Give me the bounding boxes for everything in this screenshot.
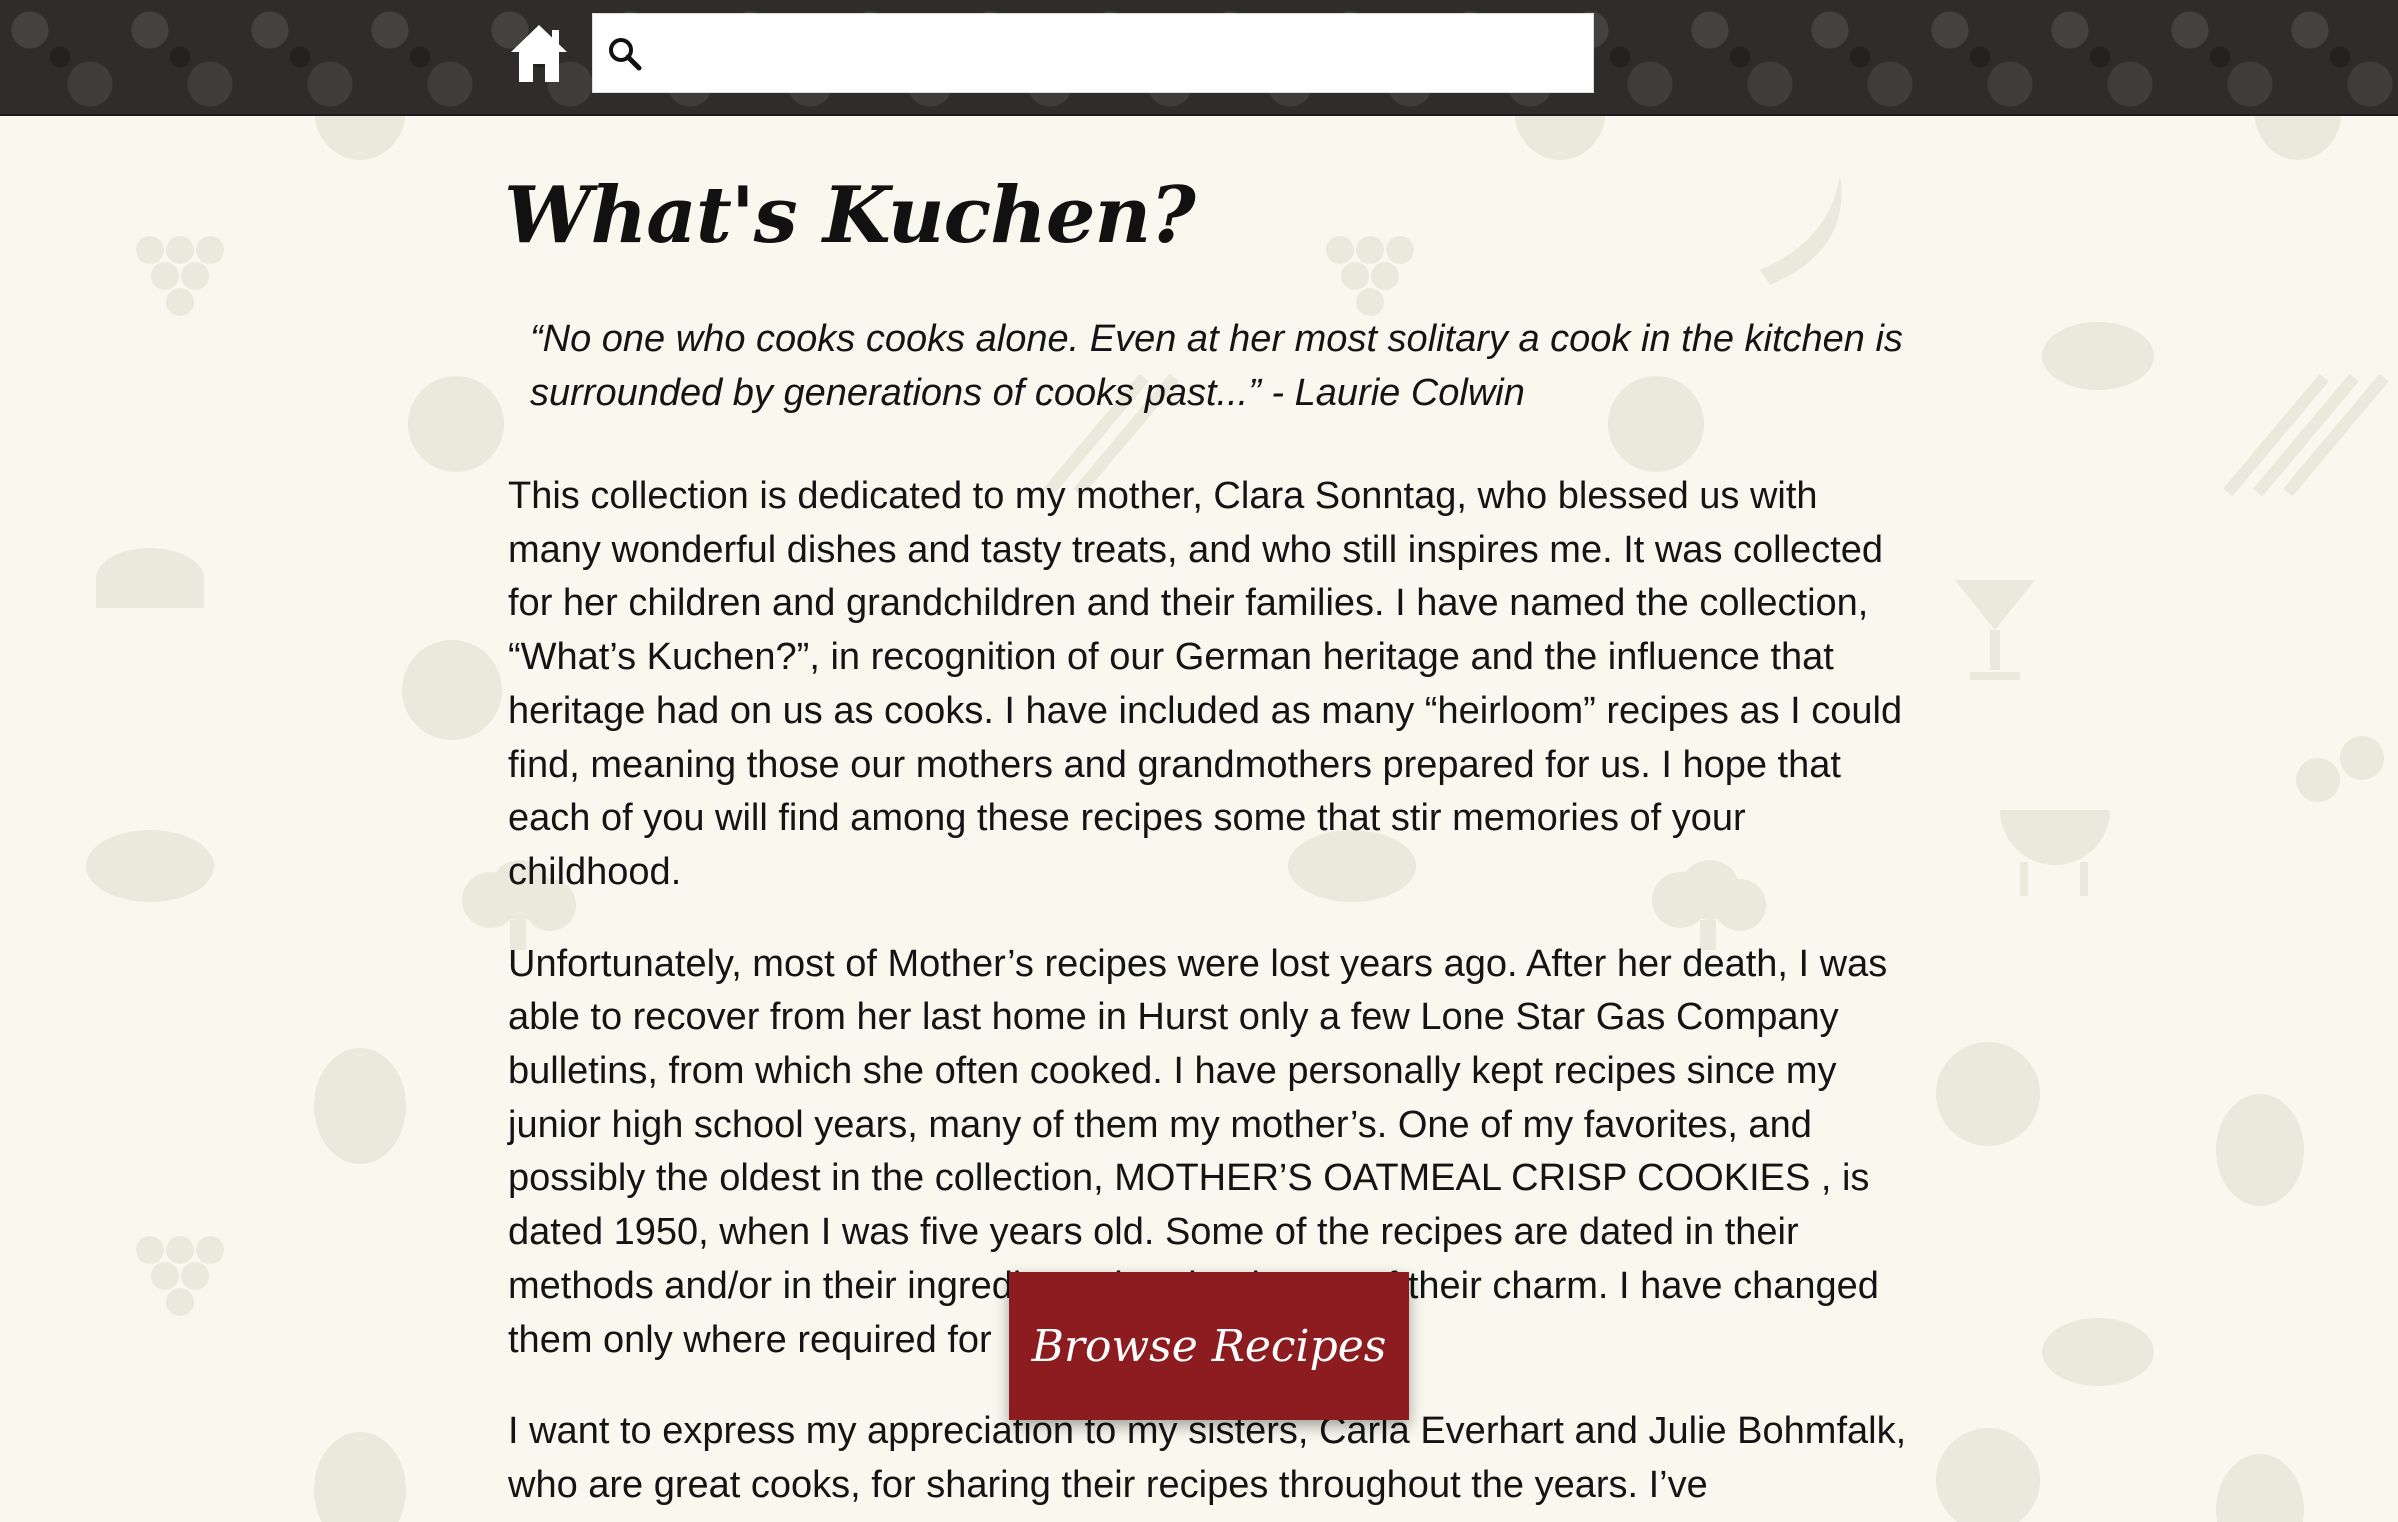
intro-paragraph-1: This collection is dedicated to my mothe…: [508, 475, 1903, 893]
home-button[interactable]: [508, 22, 570, 84]
steak-pattern-icon: [86, 830, 214, 902]
pineapple-pattern-icon: [2216, 1454, 2304, 1522]
citrus-pattern-icon: [408, 376, 504, 472]
asparagus-pattern-icon: [2223, 373, 2389, 497]
roast-pattern-icon: [96, 548, 204, 608]
browse-recipes-label: Browse Recipes: [1031, 1320, 1387, 1372]
grill-pattern-icon: [2000, 810, 2110, 896]
search-box[interactable]: [592, 13, 1594, 93]
watermelon-pattern-icon: [314, 1048, 406, 1164]
browse-recipes-button[interactable]: Browse Recipes: [1009, 1272, 1409, 1420]
intro-paragraph-3: I want to express my appreciation to my …: [508, 1410, 1907, 1506]
watermelon-pattern-icon: [314, 1432, 406, 1522]
search-icon: [609, 38, 642, 71]
cherry-pattern-icon: [2296, 736, 2384, 802]
grapes-pattern-icon: [136, 236, 224, 316]
grapes-pattern-icon: [136, 1236, 224, 1316]
steak-pattern-icon: [2042, 1318, 2154, 1386]
clock-pattern-icon: [402, 640, 502, 740]
page-title: What's Kuchen?: [504, 170, 1196, 261]
pineapple-pattern-icon: [2216, 1094, 2304, 1206]
cocktail-pattern-icon: [1955, 580, 2035, 680]
search-input[interactable]: [655, 22, 1579, 86]
donut-pattern-icon: [1936, 1042, 2040, 1146]
donut-pattern-icon: [1936, 1428, 2040, 1522]
epigraph-quote: “No one who cooks cooks alone. Even at h…: [530, 318, 1903, 414]
steak-pattern-icon: [2042, 322, 2154, 390]
top-navigation-bar: [0, 0, 2398, 116]
home-icon: [511, 25, 567, 82]
page-viewport: What's Kuchen? “No one who cooks cooks a…: [0, 0, 2398, 1522]
